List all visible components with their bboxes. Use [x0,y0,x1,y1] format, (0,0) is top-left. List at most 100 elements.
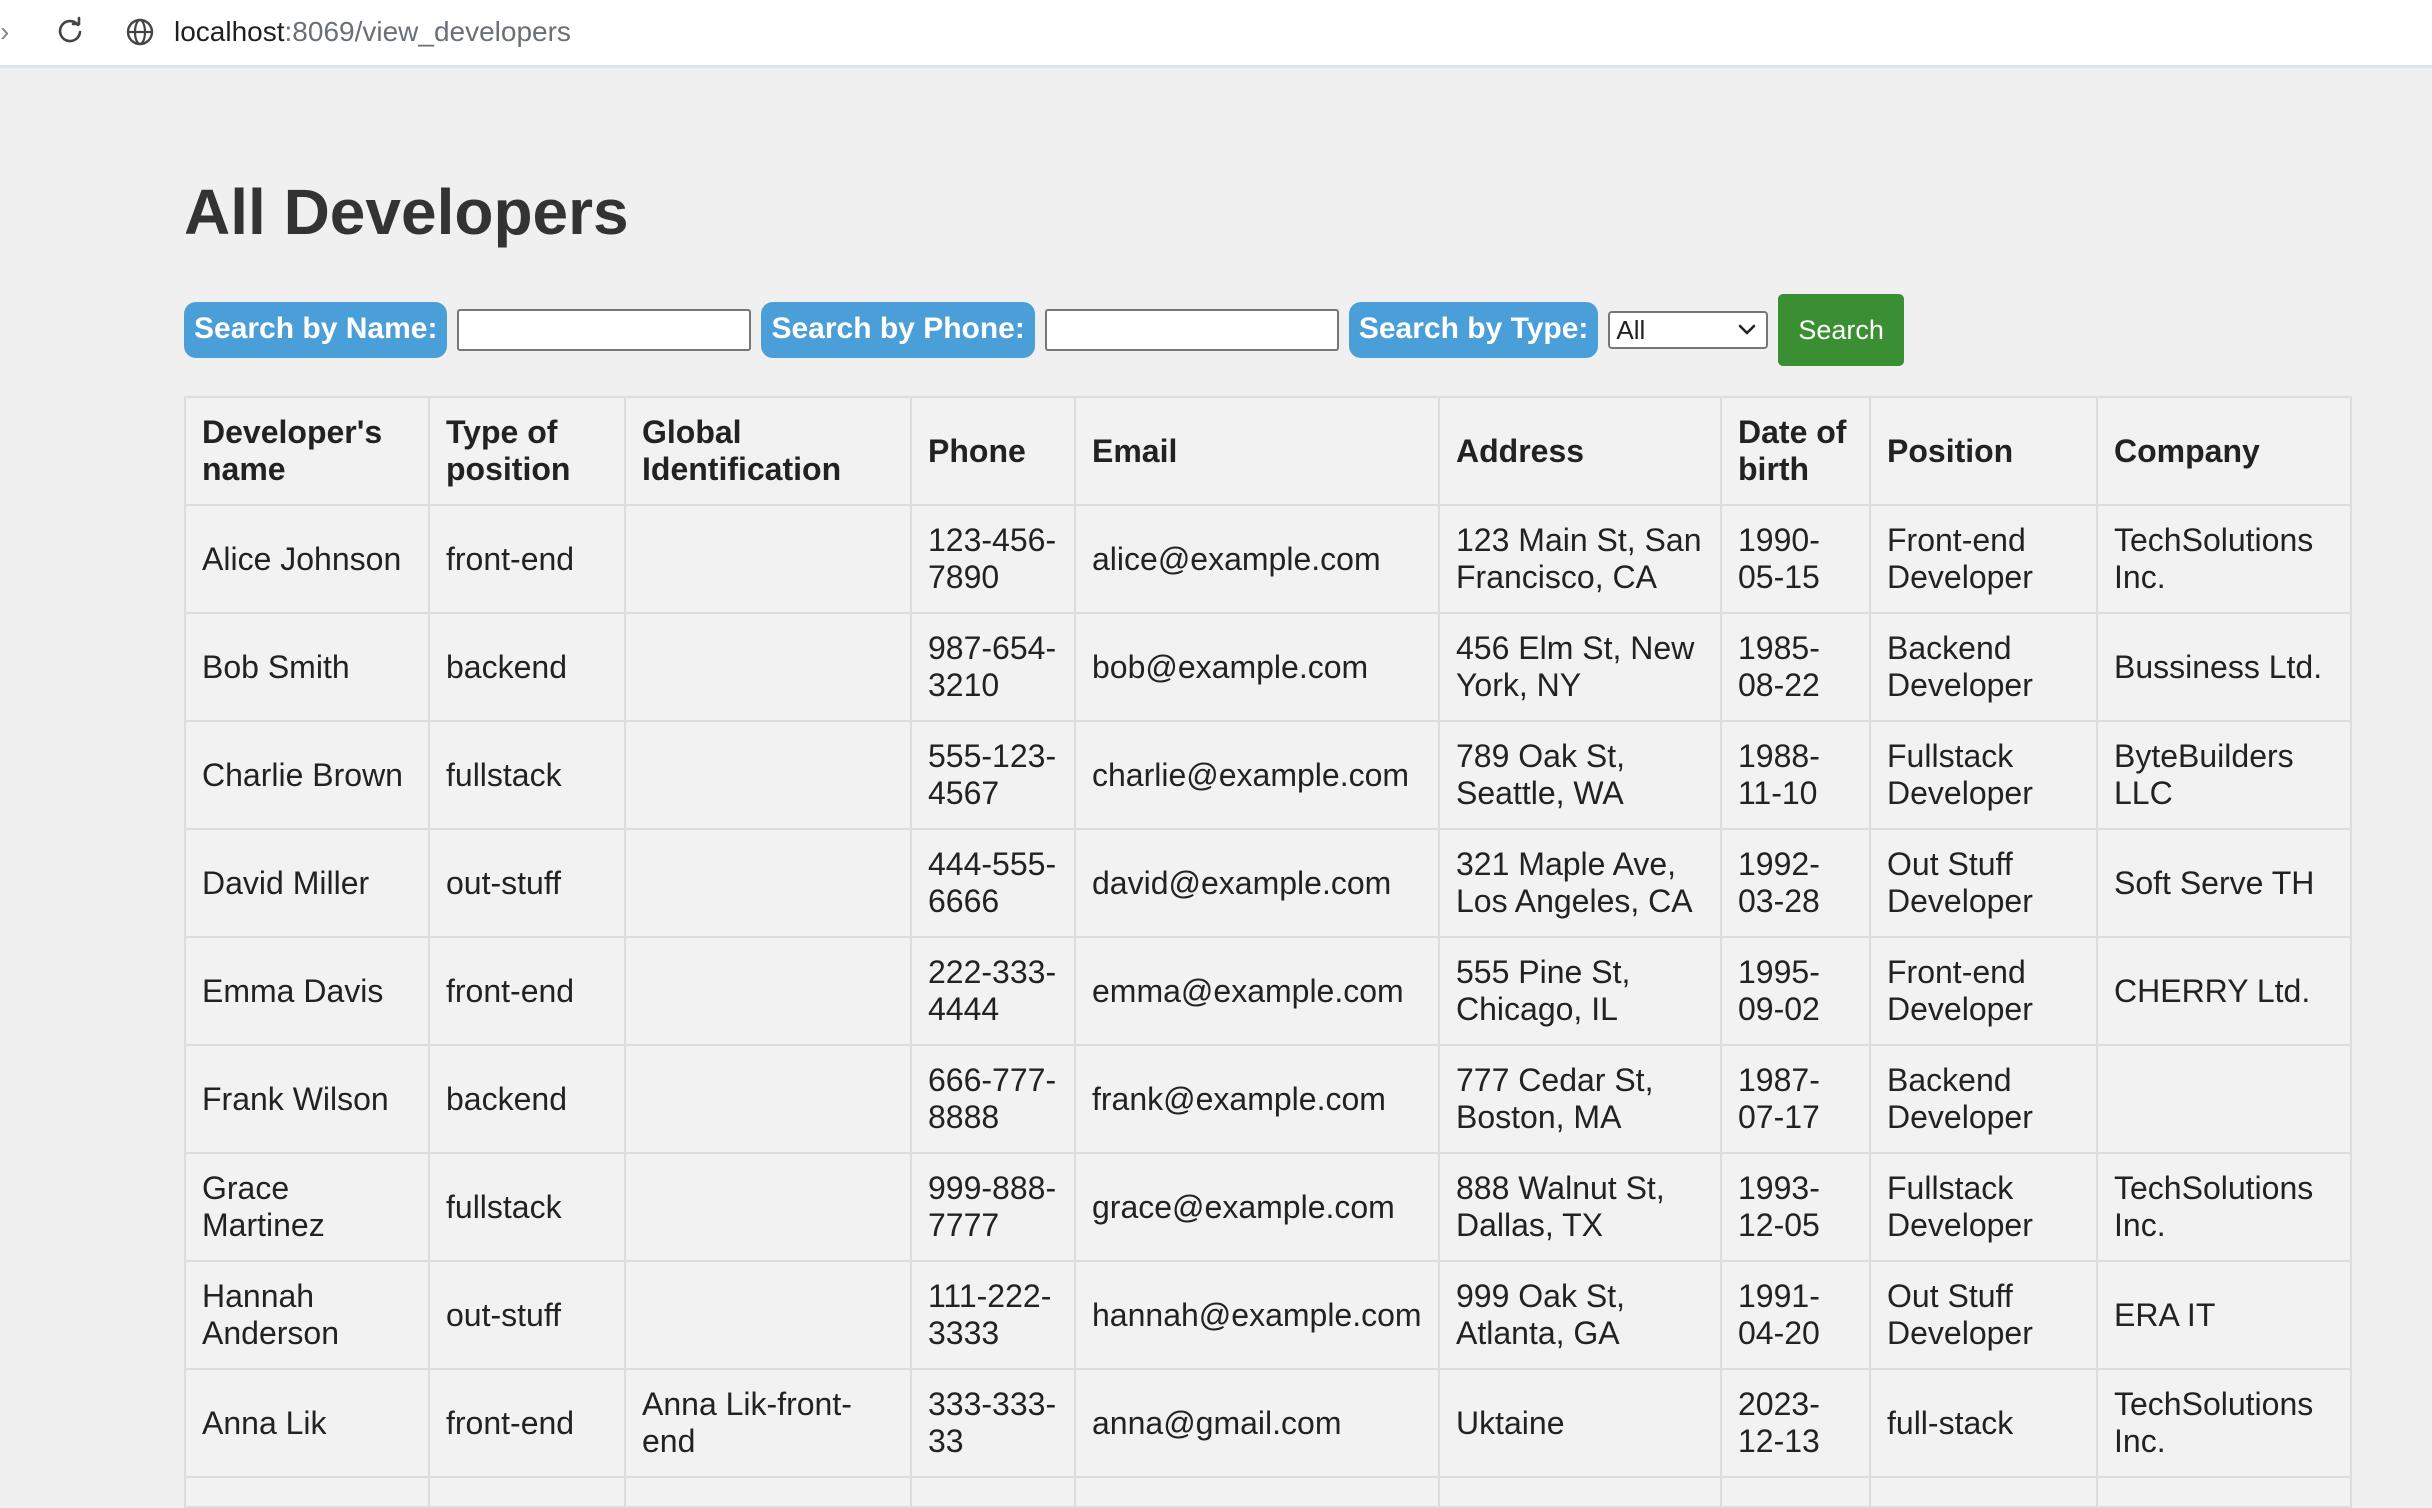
search-by-name-label: Search by Name: [184,302,448,358]
column-header-address: Address [1438,396,1722,506]
table-row: Bob Smith backend 987-654-3210 bob@example.… [184,612,2352,722]
cell-email: charlie@example.com [1074,720,1440,830]
cell-name: David Miller [184,828,430,938]
cell-type: out-stuff [428,1260,626,1370]
table-row: Hannah Anderson out-stuff 111-222-3333 hann… [184,1260,2352,1370]
reload-icon[interactable] [54,16,86,48]
search-phone-input[interactable] [1044,309,1339,351]
cell-name: Hannah Anderson [184,1260,430,1370]
column-header-position: Position [1869,396,2098,506]
cell-name: Bob Smith [184,612,430,722]
page-title: All Developers [184,176,629,248]
cell-position: Backend Developer [1869,612,2098,722]
cell-type: front-end [428,1368,626,1478]
forward-chevron-icon[interactable]: › [0,14,14,50]
cell-position: Front-end Developer [1869,504,2098,614]
table-row: Grace Martinez fullstack 999-888-7777 grace… [184,1152,2352,1262]
column-header-company: Company [2096,396,2352,506]
table-cell-empty [1074,1476,1440,1508]
cell-company: TechSolutions Inc. [2096,1152,2352,1262]
table-cell-empty [910,1476,1076,1508]
cell-phone: 999-888-7777 [910,1152,1076,1262]
cell-email: anna@gmail.com [1074,1368,1440,1478]
cell-phone: 222-333-4444 [910,936,1076,1046]
table-row: Charlie Brown fullstack 555-123-4567 charli… [184,720,2352,830]
table-row: Emma Davis front-end 222-333-4444 emma@exam… [184,936,2352,1046]
cell-position: full-stack [1869,1368,2098,1478]
cell-global-id [624,1044,912,1154]
cell-name: Alice Johnson [184,504,430,614]
url-path: :8069/view_developers [284,16,571,47]
cell-email: frank@example.com [1074,1044,1440,1154]
cell-type: backend [428,612,626,722]
table-header-row: Developer's name Type of position Global… [184,396,2352,506]
browser-address-bar: › localhost:8069/view_developers [0,0,2432,68]
cell-name: Frank Wilson [184,1044,430,1154]
column-header-type: Type of position [428,396,626,506]
cell-global-id [624,1152,912,1262]
column-header-name: Developer's name [184,396,430,506]
table-row: David Miller out-stuff 444-555-6666 david@e… [184,828,2352,938]
cell-type: backend [428,1044,626,1154]
search-button[interactable]: Search [1778,294,1904,366]
cell-address: Uktaine [1438,1368,1722,1478]
table-row: Anna Lik front-end Anna Lik-front-end 333-3… [184,1368,2352,1478]
cell-address: 456 Elm St, New York, NY [1438,612,1722,722]
table-row: Alice Johnson front-end 123-456-7890 alice@… [184,504,2352,614]
cell-dob: 1985-08-22 [1720,612,1871,722]
cell-global-id [624,504,912,614]
cell-address: 888 Walnut St, Dallas, TX [1438,1152,1722,1262]
cell-position: Out Stuff Developer [1869,1260,2098,1370]
cell-dob: 1993-12-05 [1720,1152,1871,1262]
cell-type: front-end [428,504,626,614]
table-cell-empty [428,1476,626,1508]
column-header-email: Email [1074,396,1440,506]
cell-type: fullstack [428,720,626,830]
cell-dob: 1995-09-02 [1720,936,1871,1046]
cell-company: ByteBuilders LLC [2096,720,2352,830]
cell-phone: 333-333-33 [910,1368,1076,1478]
column-header-global-id: Global Identification [624,396,912,506]
cell-company: TechSolutions Inc. [2096,1368,2352,1478]
url-host: localhost [174,16,285,47]
cell-company: Bussiness Ltd. [2096,612,2352,722]
cell-company: Soft Serve TH [2096,828,2352,938]
table-cell-empty [1438,1476,1722,1508]
url-text[interactable]: localhost:8069/view_developers [174,14,571,50]
cell-position: Backend Developer [1869,1044,2098,1154]
search-by-type-label: Search by Type: [1348,302,1599,358]
search-name-input[interactable] [457,309,752,351]
table-cell-empty [1869,1476,2098,1508]
cell-email: hannah@example.com [1074,1260,1440,1370]
table-cell-empty [624,1476,912,1508]
cell-type: fullstack [428,1152,626,1262]
cell-address: 999 Oak St, Atlanta, GA [1438,1260,1722,1370]
chevron-down-icon [1739,324,1756,335]
cell-dob: 2023-12-13 [1720,1368,1871,1478]
cell-address: 777 Cedar St, Boston, MA [1438,1044,1722,1154]
cell-phone: 666-777-8888 [910,1044,1076,1154]
cell-address: 321 Maple Ave, Los Angeles, CA [1438,828,1722,938]
cell-phone: 111-222-3333 [910,1260,1076,1370]
cell-type: out-stuff [428,828,626,938]
cell-email: grace@example.com [1074,1152,1440,1262]
cell-address: 123 Main St, San Francisco, CA [1438,504,1722,614]
cell-company: CHERRY Ltd. [2096,936,2352,1046]
cell-address: 555 Pine St, Chicago, IL [1438,936,1722,1046]
cell-position: Out Stuff Developer [1869,828,2098,938]
cell-phone: 444-555-6666 [910,828,1076,938]
cell-global-id [624,612,912,722]
cell-address: 789 Oak St, Seattle, WA [1438,720,1722,830]
cell-phone: 555-123-4567 [910,720,1076,830]
cell-company: ERA IT [2096,1260,2352,1370]
cell-global-id [624,1260,912,1370]
column-header-phone: Phone [910,396,1076,506]
search-type-select[interactable]: All [1608,311,1769,349]
table-cell-empty [1720,1476,1871,1508]
cell-global-id [624,720,912,830]
cell-dob: 1987-07-17 [1720,1044,1871,1154]
cell-dob: 1988-11-10 [1720,720,1871,830]
search-form: Search by Name: Search by Phone: Search … [184,294,1904,366]
cell-name: Emma Davis [184,936,430,1046]
cell-email: emma@example.com [1074,936,1440,1046]
